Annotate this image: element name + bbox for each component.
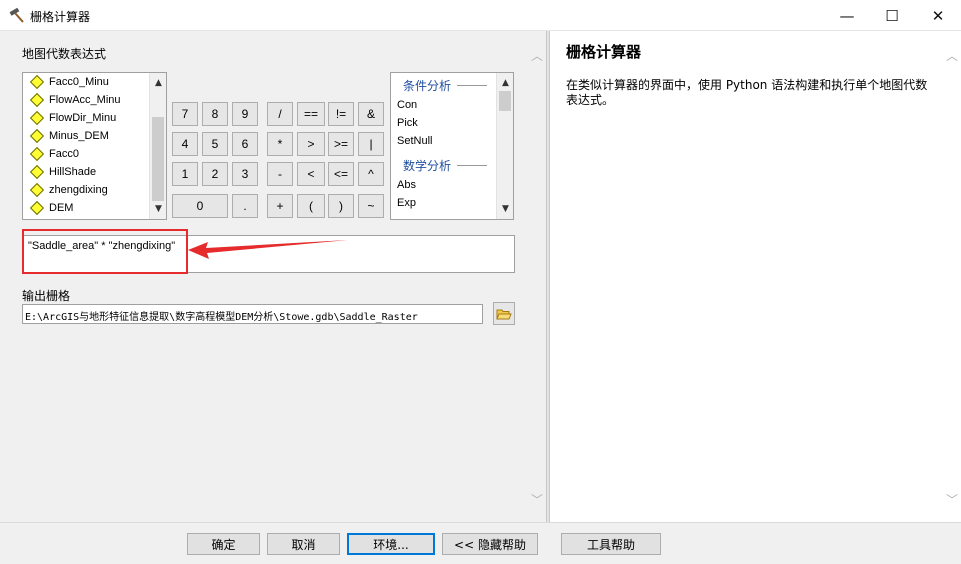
divider xyxy=(457,85,488,86)
layer-item[interactable]: FlowAcc_Minu xyxy=(29,91,121,109)
layer-item[interactable]: FlowDir_Minu xyxy=(29,109,116,127)
key-less-equal[interactable]: <= xyxy=(328,162,354,186)
layer-list[interactable]: Facc0_Minu FlowAcc_Minu FlowDir_Minu Min… xyxy=(22,72,167,220)
function-item[interactable]: Con xyxy=(397,99,417,111)
key-close-paren[interactable]: ) xyxy=(328,194,354,218)
scroll-thumb[interactable] xyxy=(499,91,511,111)
help-title: 栅格计算器 xyxy=(566,43,642,61)
key-4[interactable]: 4 xyxy=(172,132,198,156)
window-title: 栅格计算器 xyxy=(30,10,91,24)
expression-label: 地图代数表达式 xyxy=(22,47,107,61)
button-bar: 确定 取消 环境... << 隐藏帮助 工具帮助 xyxy=(0,522,961,564)
function-item[interactable]: SetNull xyxy=(397,135,432,147)
key-not-equal[interactable]: != xyxy=(328,102,354,126)
key-minus[interactable]: - xyxy=(267,162,293,186)
tool-help-button[interactable]: 工具帮助 xyxy=(561,533,661,555)
output-raster-field[interactable]: E:\ArcGIS与地形特征信息提取\数字高程模型DEM分析\Stowe.gdb… xyxy=(22,304,483,324)
chevron-up-icon[interactable]: ︿ xyxy=(945,47,959,64)
raster-layer-icon xyxy=(29,182,45,198)
key-6[interactable]: 6 xyxy=(232,132,258,156)
scroll-thumb[interactable] xyxy=(152,117,164,201)
chevron-down-icon[interactable]: ▼ xyxy=(150,201,166,217)
help-panel: 栅格计算器 在类似计算器的界面中，使用 Python 语法构建和执行单个地图代数… xyxy=(550,31,961,522)
key-1[interactable]: 1 xyxy=(172,162,198,186)
chevron-up-icon[interactable]: ▲ xyxy=(150,75,166,91)
function-list[interactable]: 条件分析 Con Pick SetNull 数学分析 Abs Exp ▲ ▼ xyxy=(390,72,514,220)
layer-item[interactable]: Facc0 xyxy=(29,145,79,163)
raster-layer-icon xyxy=(29,110,45,126)
layer-list-scrollbar[interactable]: ▲ ▼ xyxy=(149,73,166,219)
key-or[interactable]: | xyxy=(358,132,384,156)
key-9[interactable]: 9 xyxy=(232,102,258,126)
layer-item[interactable]: Minus_DEM xyxy=(29,127,109,145)
form-scrollbar[interactable]: ︿ ﹀ xyxy=(528,31,546,522)
ok-button[interactable]: 确定 xyxy=(187,533,260,555)
key-0[interactable]: 0 xyxy=(172,194,228,218)
layer-item[interactable]: DEM xyxy=(29,199,73,217)
function-item[interactable]: Abs xyxy=(397,179,416,191)
key-multiply[interactable]: * xyxy=(267,132,293,156)
chevron-down-icon[interactable]: ▼ xyxy=(497,201,513,217)
annotation-arrow xyxy=(188,240,348,259)
environments-button[interactable]: 环境... xyxy=(347,533,435,555)
chevron-down-icon[interactable]: ﹀ xyxy=(945,491,959,508)
key-greater-equal[interactable]: >= xyxy=(328,132,354,156)
close-button[interactable]: ✕ xyxy=(915,0,961,31)
function-group-heading: 条件分析 xyxy=(403,77,488,94)
layer-item[interactable]: Facc0_Minu xyxy=(29,73,109,91)
key-5[interactable]: 5 xyxy=(202,132,228,156)
key-3[interactable]: 3 xyxy=(232,162,258,186)
raster-layer-icon xyxy=(29,92,45,108)
open-folder-icon xyxy=(496,309,512,319)
chevron-up-icon[interactable]: ▲ xyxy=(497,75,513,91)
function-group-heading: 数学分析 xyxy=(403,157,488,174)
function-item[interactable]: Exp xyxy=(397,197,416,209)
function-list-scrollbar[interactable]: ▲ ▼ xyxy=(496,73,513,219)
key-8[interactable]: 8 xyxy=(202,102,228,126)
hammer-icon xyxy=(9,7,24,23)
chevron-down-icon[interactable]: ﹀ xyxy=(530,491,544,508)
function-item[interactable]: Pick xyxy=(397,117,418,129)
raster-layer-icon xyxy=(29,164,45,180)
cancel-button[interactable]: 取消 xyxy=(267,533,340,555)
layer-item[interactable]: HillShade xyxy=(29,163,96,181)
key-and[interactable]: & xyxy=(358,102,384,126)
highlight-box xyxy=(22,229,188,274)
key-greater[interactable]: > xyxy=(297,132,325,156)
key-not[interactable]: ~ xyxy=(358,194,384,218)
browse-button[interactable] xyxy=(493,302,515,325)
help-scrollbar[interactable]: ︿ ﹀ xyxy=(943,31,961,522)
key-xor[interactable]: ^ xyxy=(358,162,384,186)
key-2[interactable]: 2 xyxy=(202,162,228,186)
key-open-paren[interactable]: ( xyxy=(297,194,325,218)
key-equal[interactable]: == xyxy=(297,102,325,126)
help-description: 在类似计算器的界面中，使用 Python 语法构建和执行单个地图代数表达式。 xyxy=(566,78,928,107)
key-decimal[interactable]: . xyxy=(232,194,258,218)
key-plus[interactable]: + xyxy=(267,194,293,218)
raster-layer-icon xyxy=(29,146,45,162)
raster-layer-icon xyxy=(29,200,45,216)
output-label: 输出栅格 xyxy=(22,289,71,303)
chevron-up-icon[interactable]: ︿ xyxy=(530,47,544,64)
hide-help-button[interactable]: << 隐藏帮助 xyxy=(442,533,538,555)
key-less[interactable]: < xyxy=(297,162,325,186)
tool-form-panel: 地图代数表达式 Facc0_Minu FlowAcc_Minu FlowDir_… xyxy=(0,31,546,522)
minimize-button[interactable]: — xyxy=(824,0,870,31)
title-bar: 栅格计算器 — ☐ ✕ xyxy=(0,0,961,31)
key-divide[interactable]: / xyxy=(267,102,293,126)
raster-layer-icon xyxy=(29,74,45,90)
key-7[interactable]: 7 xyxy=(172,102,198,126)
layer-item[interactable]: zhengdixing xyxy=(29,181,108,199)
divider xyxy=(457,165,488,166)
raster-layer-icon xyxy=(29,128,45,144)
maximize-button[interactable]: ☐ xyxy=(869,0,915,31)
